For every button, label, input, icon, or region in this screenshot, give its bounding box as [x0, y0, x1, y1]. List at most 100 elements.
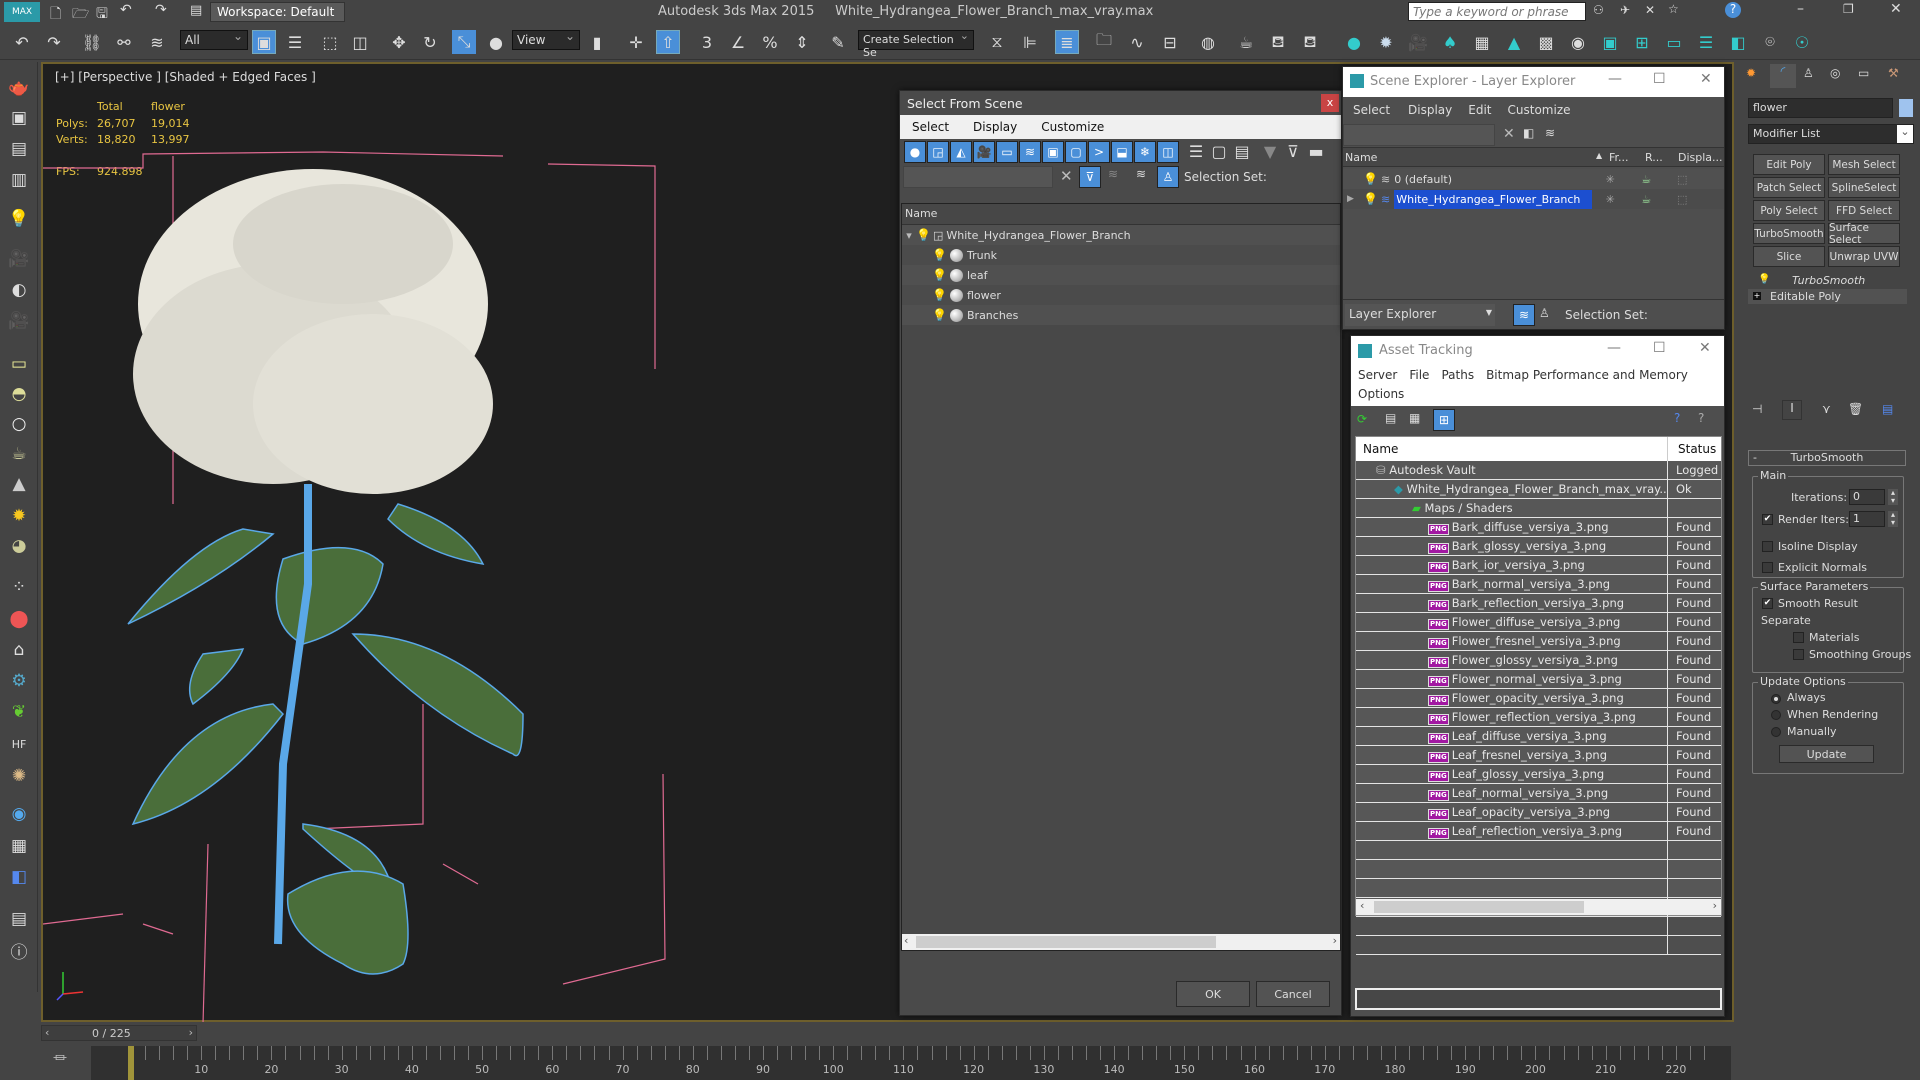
asset-row[interactable]: PNG Leaf_diffuse_versiya_3.png Found: [1356, 726, 1721, 746]
angle-snap-icon[interactable]: ∠: [726, 30, 750, 54]
displace-icon[interactable]: ⬤: [7, 607, 31, 631]
asset-path-field[interactable]: [1355, 988, 1722, 1010]
context-help-icon[interactable]: ?: [1698, 411, 1704, 425]
mirror-icon[interactable]: ⧖: [985, 30, 1009, 54]
materials-checkbox[interactable]: [1793, 632, 1804, 643]
motion-tab-icon[interactable]: ◎: [1830, 66, 1840, 80]
vray-export-icon[interactable]: ▩: [1534, 30, 1558, 54]
vray-sphere-icon[interactable]: ◉: [1566, 30, 1590, 54]
tree-row[interactable]: 💡 Branches: [902, 305, 1340, 325]
layer-filter-icon[interactable]: ≋: [1108, 167, 1118, 181]
layer-row[interactable]: 💡 ≋ 0 (default) ✳ ☕ ⬚: [1343, 169, 1724, 189]
modifier-button[interactable]: FFD Select: [1828, 200, 1900, 221]
utilities-tab-icon[interactable]: ⚒: [1888, 66, 1899, 80]
modifier-button[interactable]: Edit Poly: [1753, 154, 1825, 175]
teapot-icon[interactable]: 🫖: [7, 76, 31, 100]
close-icon[interactable]: ✕: [1700, 71, 1712, 87]
modify-tab-icon[interactable]: ◜: [1770, 64, 1796, 88]
col-name[interactable]: Name: [1363, 442, 1398, 456]
asset-row[interactable]: PNG Bark_diffuse_versiya_3.png Found: [1356, 517, 1721, 537]
vray-sun-icon[interactable]: ✹: [1374, 30, 1398, 54]
rotate-icon[interactable]: ↻: [418, 30, 442, 54]
hide-bulb-icon[interactable]: 💡: [932, 288, 947, 302]
layers-mode-icon[interactable]: ≋: [1513, 304, 1535, 326]
vray-plane-icon[interactable]: ⊞: [1630, 30, 1654, 54]
isoline-checkbox[interactable]: [1762, 541, 1773, 552]
info-icon[interactable]: ⓘ: [7, 938, 31, 963]
smoothing-groups-checkbox[interactable]: [1793, 649, 1804, 660]
horizontal-scrollbar[interactable]: ‹ ›: [1356, 899, 1721, 915]
modifier-button[interactable]: Patch Select: [1753, 177, 1825, 198]
project-icon[interactable]: ▤: [190, 3, 202, 18]
vray-toon-icon[interactable]: ☰: [1694, 30, 1718, 54]
col-status[interactable]: Status: [1678, 442, 1716, 456]
selection-filter-dropdown[interactable]: All: [180, 29, 248, 50]
dome-light-icon[interactable]: ◓: [7, 382, 31, 406]
asset-row[interactable]: PNG Bark_glossy_versiya_3.png Found: [1356, 536, 1721, 556]
close-icon[interactable]: ✕: [1699, 340, 1711, 356]
display-groups-icon[interactable]: ▣: [1042, 141, 1064, 163]
table-view-icon[interactable]: ⊞: [1433, 409, 1455, 431]
exchange-icon[interactable]: ✕: [1645, 3, 1655, 17]
asset-row[interactable]: PNG Bark_ior_versiya_3.png Found: [1356, 555, 1721, 575]
render-setup-icon[interactable]: ☕: [1234, 30, 1258, 54]
named-selection-dropdown[interactable]: Create Selection Se: [858, 29, 974, 59]
light-lister-icon[interactable]: 💡: [7, 207, 31, 231]
panel-icon[interactable]: ▤: [7, 137, 31, 161]
asset-row[interactable]: PNG Leaf_fresnel_versiya_3.png Found: [1356, 745, 1721, 765]
batch-icon[interactable]: ▤: [7, 907, 31, 931]
iterations-spinner-arrows[interactable]: ▴ ▾: [1888, 489, 1898, 505]
undo-icon[interactable]: ↶: [10, 30, 34, 54]
display-geometry-icon[interactable]: ●: [904, 141, 926, 163]
display-box-icon[interactable]: ⬚: [1664, 193, 1700, 206]
hierarchy-mode-icon[interactable]: ♙: [1539, 306, 1550, 320]
menu-customize[interactable]: Customize: [1029, 120, 1116, 134]
workspace-dropdown[interactable]: Workspace: Default: [210, 2, 345, 22]
search-input[interactable]: Type a keyword or phrase: [1408, 2, 1586, 21]
filter-toggle-icon[interactable]: ◧: [1523, 126, 1534, 140]
hide-bulb-icon[interactable]: 💡: [1363, 172, 1378, 186]
asset-row[interactable]: PNG Flower_glossy_versiya_3.png Found: [1356, 650, 1721, 670]
vray-mesh-icon[interactable]: ▲: [1502, 30, 1526, 54]
find-input[interactable]: [903, 166, 1053, 188]
explicit-normals-checkbox[interactable]: [1762, 562, 1773, 573]
iterations-spinner[interactable]: 0: [1849, 489, 1885, 505]
find-input[interactable]: [1343, 124, 1495, 146]
hide-bulb-icon[interactable]: 💡: [932, 268, 947, 282]
help-icon[interactable]: ?: [1725, 2, 1741, 18]
spot-light-icon[interactable]: ▲: [7, 472, 31, 496]
vray-proxy-icon[interactable]: ▦: [1470, 30, 1494, 54]
tree-row[interactable]: 💡 flower: [902, 285, 1340, 305]
display-helpers-icon[interactable]: ▭: [996, 141, 1018, 163]
gear-icon[interactable]: ⚙: [7, 669, 31, 693]
display-bones-icon[interactable]: >: [1088, 141, 1110, 163]
expand-icon[interactable]: ▶: [1343, 194, 1355, 204]
menu-edit[interactable]: Edit: [1460, 103, 1499, 117]
menu-select[interactable]: Select: [900, 120, 961, 134]
manipulate-icon[interactable]: ✛: [624, 30, 648, 54]
menu-display[interactable]: Display: [1400, 103, 1460, 117]
menu-options[interactable]: Options: [1358, 387, 1404, 401]
menu-file[interactable]: File: [1409, 368, 1429, 382]
menu-select[interactable]: Select: [1343, 103, 1400, 117]
stack-item-turbosmooth[interactable]: 💡 TurboSmooth: [1748, 274, 1914, 288]
render-teapot-icon[interactable]: ☕: [1628, 193, 1664, 206]
asset-row[interactable]: PNG Leaf_glossy_versiya_3.png Found: [1356, 764, 1721, 784]
vfb-icon[interactable]: ◧: [7, 865, 31, 889]
add-layer-icon[interactable]: ≋: [1545, 126, 1555, 140]
create-tab-icon[interactable]: ✹: [1746, 66, 1756, 80]
ref-coord-dropdown[interactable]: View: [512, 29, 580, 50]
dialog-titlebar[interactable]: Select From Scene x: [900, 91, 1341, 115]
radio-always[interactable]: [1771, 694, 1781, 704]
area-light-icon[interactable]: ▭: [7, 352, 31, 376]
configure-sets-icon[interactable]: ▤: [1882, 402, 1893, 416]
tree-row-root[interactable]: ▾ 💡 ◲ White_Hydrangea_Flower_Branch: [902, 225, 1340, 245]
asset-row[interactable]: PNG Flower_fresnel_versiya_3.png Found: [1356, 631, 1721, 651]
display-frozen-icon[interactable]: ❄: [1134, 141, 1156, 163]
modifier-button[interactable]: Unwrap UVW: [1828, 246, 1900, 267]
refresh-icon[interactable]: ⟳: [1357, 412, 1367, 426]
asset-row[interactable]: PNG Bark_reflection_versiya_3.png Found: [1356, 593, 1721, 613]
layer-row-selected[interactable]: ▶ 💡 ≋ White_Hydrangea_Flower_Branch ✳ ☕ ⬚: [1343, 189, 1724, 209]
app-logo-button[interactable]: MAX: [4, 2, 40, 22]
minimize-icon[interactable]: –: [1797, 1, 1804, 17]
